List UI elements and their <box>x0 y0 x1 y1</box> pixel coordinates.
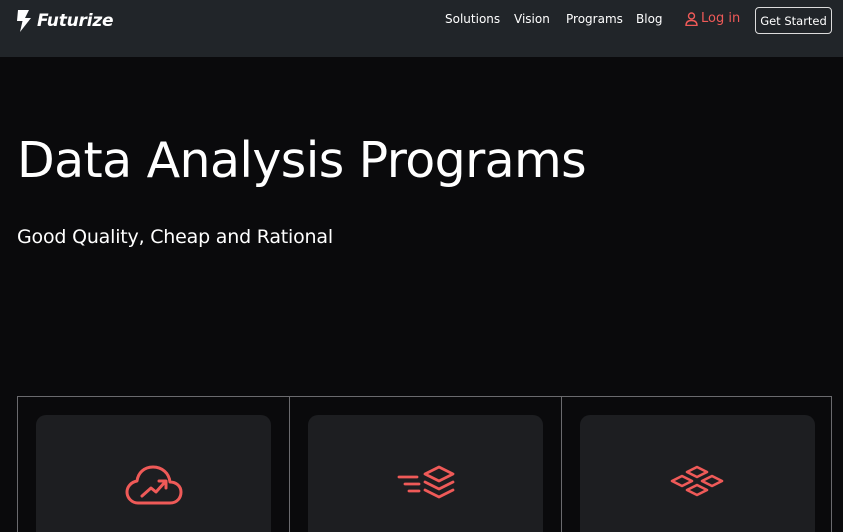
user-icon <box>685 11 698 26</box>
page-subtitle: Good Quality, Cheap and Rational <box>17 226 333 248</box>
lightning-bolt-icon <box>17 10 31 32</box>
nav-link-blog[interactable]: Blog <box>636 12 663 26</box>
nav-link-solutions[interactable]: Solutions <box>445 12 500 26</box>
feature-column <box>18 397 289 532</box>
nav-link-programs[interactable]: Programs <box>566 12 623 26</box>
get-started-button[interactable]: Get Started <box>755 7 832 34</box>
login-label: Log in <box>701 11 741 26</box>
feature-card[interactable] <box>579 415 815 532</box>
fast-layers-icon <box>397 465 455 499</box>
feature-cards <box>17 396 832 532</box>
feature-card[interactable] <box>36 415 271 532</box>
page-title: Data Analysis Programs <box>17 132 587 189</box>
brand-name: Futurize <box>37 11 114 31</box>
feature-card[interactable] <box>308 415 544 532</box>
login-link[interactable]: Log in <box>685 11 740 26</box>
brand-link[interactable]: Futurize <box>16 10 114 32</box>
feature-column <box>289 397 560 532</box>
diamond-grid-icon <box>670 465 724 497</box>
cloud-trend-icon <box>125 465 182 505</box>
feature-column <box>560 397 831 532</box>
nav-link-vision[interactable]: Vision <box>514 12 550 26</box>
navbar: Futurize Solutions Vision Programs Blog … <box>0 0 843 57</box>
